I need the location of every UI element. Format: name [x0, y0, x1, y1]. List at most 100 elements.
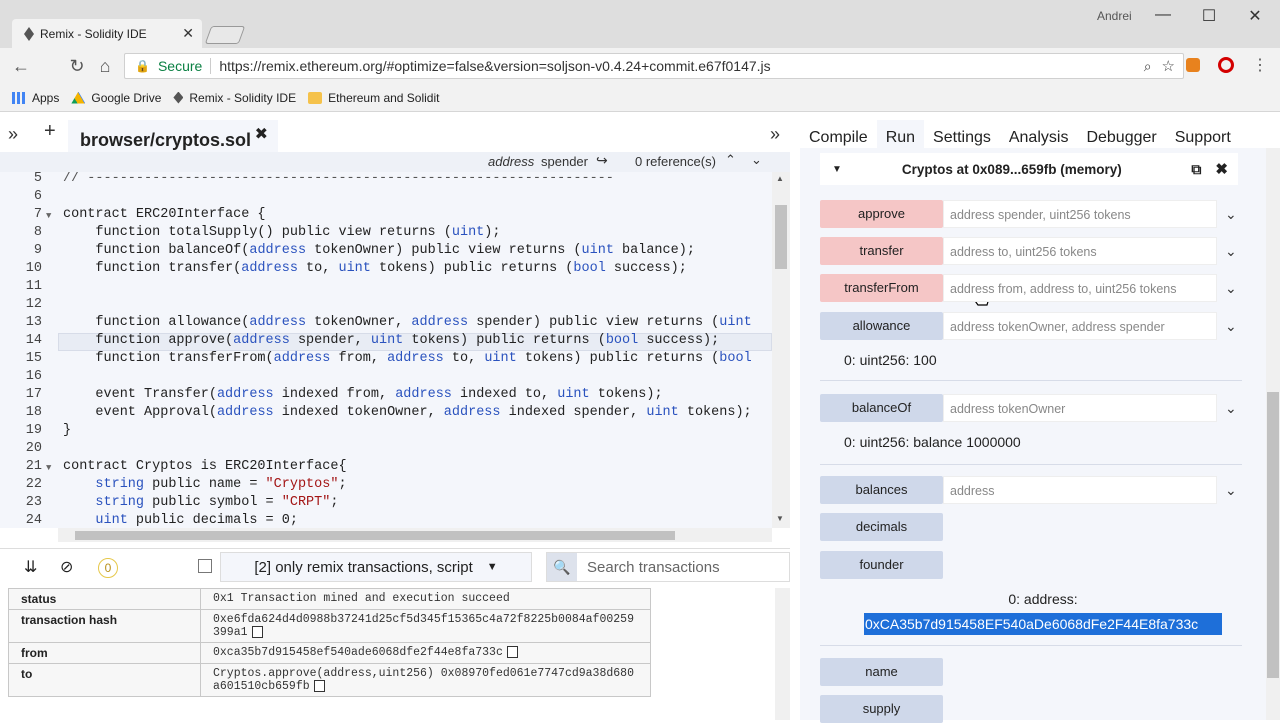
new-file-icon[interactable]: + — [44, 120, 56, 143]
reload-icon[interactable]: ↻ — [66, 56, 88, 77]
transfer-args-input[interactable]: address to, uint256 tokens — [943, 237, 1217, 265]
code-line[interactable]: contract ERC20Interface { — [63, 207, 266, 222]
founder-button[interactable]: founder — [820, 551, 943, 579]
expand-args-icon[interactable]: ⌄ — [1225, 318, 1237, 335]
bookmark-star-icon[interactable]: ☆ — [1162, 57, 1175, 75]
tab-settings[interactable]: Settings — [924, 120, 1000, 156]
console-scrollbar[interactable] — [775, 588, 790, 720]
tab-run[interactable]: Run — [876, 120, 925, 156]
remove-contract-icon[interactable]: ✖ — [1215, 160, 1228, 178]
transferfrom-button[interactable]: transferFrom — [820, 274, 943, 302]
code-line[interactable]: function allowance(address tokenOwner, a… — [63, 315, 751, 330]
fold-toggle-icon[interactable]: ▼ — [46, 211, 51, 221]
name-button[interactable]: name — [820, 658, 943, 686]
browser-tab[interactable]: Remix - Solidity IDE ✕ — [12, 19, 202, 49]
bookmark-apps[interactable]: Apps — [12, 91, 59, 105]
address-bar[interactable]: 🔒 Secure https://remix.ethereum.org/#opt… — [124, 53, 1184, 79]
scroll-down-icon[interactable]: ▼ — [776, 514, 784, 523]
deployed-contract-header[interactable]: ▼ Cryptos at 0x089...659fb (memory) ⧉ ✖ — [820, 153, 1238, 185]
code-editor[interactable]: 5 // ------------------------------------… — [0, 172, 772, 528]
file-tab[interactable]: browser/cryptos.sol ✖ — [68, 120, 278, 156]
code-line[interactable]: event Transfer(address indexed from, add… — [63, 387, 662, 402]
jump-to-definition-icon[interactable]: ↪ — [596, 152, 608, 169]
tab-support[interactable]: Support — [1166, 120, 1240, 156]
code-line[interactable]: function totalSupply() public view retur… — [63, 225, 500, 240]
expand-args-icon[interactable]: ⌄ — [1225, 280, 1237, 297]
search-transactions-input[interactable]: 🔍 Search transactions — [546, 552, 790, 582]
close-tab-icon[interactable]: ✕ — [182, 25, 194, 42]
expand-args-icon[interactable]: ⌄ — [1225, 400, 1237, 417]
tab-analysis[interactable]: Analysis — [1000, 120, 1078, 156]
minimize-icon[interactable]: — — [1151, 6, 1175, 26]
code-line[interactable]: function balanceOf(address tokenOwner) p… — [63, 243, 695, 258]
code-line[interactable]: event Approval(address indexed tokenOwne… — [63, 405, 751, 420]
transferfrom-args-input[interactable]: address from, address to, uint256 tokens — [943, 274, 1217, 302]
approve-args-input[interactable]: address spender, uint256 tokens — [943, 200, 1217, 228]
line-number: 13 — [25, 315, 42, 330]
zoom-icon[interactable]: ⌕ — [1144, 58, 1152, 75]
clear-console-icon[interactable]: ⊘ — [60, 557, 73, 577]
bookmark-google-drive[interactable]: Google Drive — [71, 91, 161, 105]
scroll-up-icon[interactable]: ▲ — [776, 174, 784, 183]
collapse-terminal-icon[interactable]: ⇊ — [24, 557, 37, 577]
close-window-icon[interactable]: ✕ — [1243, 6, 1267, 26]
founder-output-label: 0: address: — [1008, 591, 1078, 607]
code-line[interactable]: } — [63, 423, 71, 438]
pending-tx-count: 0 — [98, 558, 118, 578]
close-file-icon[interactable]: ✖ — [255, 124, 268, 144]
line-number: 16 — [25, 369, 42, 384]
founder-output-value[interactable]: 0xCA35b7d915458EF540aDe6068dFe2F44E8fa73… — [864, 613, 1222, 635]
run-panel-scroll-thumb[interactable] — [1267, 392, 1279, 678]
copy-icon[interactable] — [313, 680, 325, 693]
balanceof-args-input[interactable]: address tokenOwner — [943, 394, 1217, 422]
bookmark-ethereum[interactable]: Ethereum and Solidit — [308, 91, 439, 105]
expand-args-icon[interactable]: ⌄ — [1225, 482, 1237, 499]
copy-icon[interactable] — [506, 646, 518, 659]
approve-button[interactable]: approve — [820, 200, 943, 228]
transfer-button[interactable]: transfer — [820, 237, 943, 265]
prev-reference-icon[interactable]: ⌃ — [725, 152, 736, 168]
copy-icon[interactable] — [251, 626, 263, 638]
collapse-contract-icon[interactable]: ▼ — [832, 164, 842, 175]
next-reference-icon[interactable]: ⌄ — [751, 152, 762, 168]
metamask-icon[interactable] — [1186, 58, 1200, 72]
allowance-args-input[interactable]: address tokenOwner, address spender — [943, 312, 1217, 340]
transaction-filter-dropdown[interactable]: [2] only remix transactions, script ▼ — [220, 552, 532, 582]
toggle-right-panel-icon[interactable]: » — [770, 124, 780, 145]
editor-horizontal-scroll-thumb[interactable] — [75, 531, 675, 540]
toggle-file-panel-icon[interactable]: » — [8, 124, 18, 145]
opera-icon[interactable] — [1218, 57, 1234, 73]
balanceof-button[interactable]: balanceOf — [820, 394, 943, 422]
expand-args-icon[interactable]: ⌄ — [1225, 206, 1237, 223]
code-line[interactable]: contract Cryptos is ERC20Interface{ — [63, 459, 347, 474]
balances-button[interactable]: balances — [820, 476, 943, 504]
code-line[interactable]: function approve(address spender, uint t… — [63, 333, 719, 348]
code-line[interactable]: // -------------------------------------… — [63, 172, 614, 186]
tab-debugger[interactable]: Debugger — [1077, 120, 1165, 156]
code-line[interactable]: string public name = "Cryptos"; — [63, 477, 346, 492]
profile-name[interactable]: Andrei — [1097, 9, 1132, 23]
function-row-supply: supply — [820, 695, 943, 723]
code-line[interactable]: uint public decimals = 0; — [63, 513, 298, 528]
home-icon[interactable]: ⌂ — [94, 56, 116, 77]
allowance-button[interactable]: allowance — [820, 312, 943, 340]
balances-args-input[interactable]: address — [943, 476, 1217, 504]
supply-button[interactable]: supply — [820, 695, 943, 723]
code-line[interactable]: string public symbol = "CRPT"; — [63, 495, 338, 510]
url-text[interactable]: https://remix.ethereum.org/#optimize=fal… — [219, 58, 770, 74]
code-line[interactable]: function transfer(address to, uint token… — [63, 261, 686, 276]
back-icon[interactable]: ← — [10, 56, 32, 77]
tab-compile[interactable]: Compile — [800, 120, 877, 156]
copy-address-icon[interactable]: ⧉ — [1191, 161, 1201, 178]
listen-network-checkbox[interactable] — [198, 559, 212, 573]
menu-icon[interactable]: ⋮ — [1252, 55, 1268, 75]
editor-vertical-scroll-thumb[interactable] — [775, 205, 787, 269]
code-line[interactable]: function transferFrom(address from, addr… — [63, 351, 751, 366]
search-icon: 🔍 — [547, 553, 577, 581]
expand-args-icon[interactable]: ⌄ — [1225, 243, 1237, 260]
fold-toggle-icon[interactable]: ▼ — [46, 463, 51, 473]
maximize-icon[interactable]: ☐ — [1197, 6, 1221, 26]
bookmark-remix[interactable]: Remix - Solidity IDE — [173, 91, 296, 105]
new-tab-button[interactable] — [204, 26, 246, 44]
decimals-button[interactable]: decimals — [820, 513, 943, 541]
